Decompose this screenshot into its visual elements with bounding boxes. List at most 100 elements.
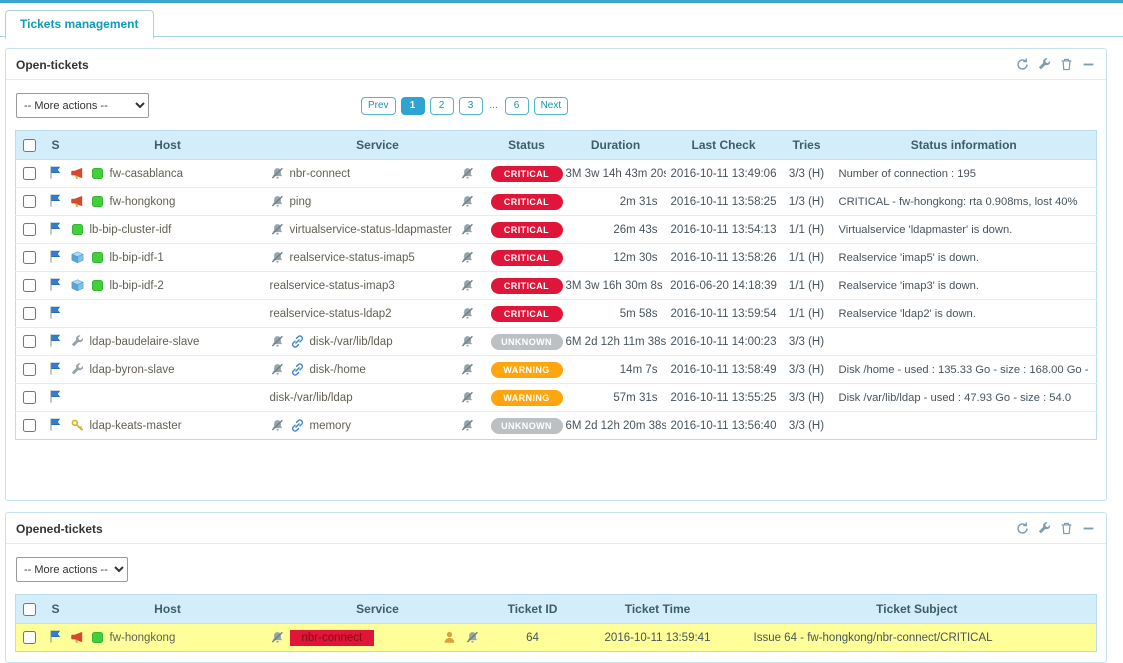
- flag-icon: [48, 193, 63, 208]
- open-tickets-body: fw-casablancanbr-connectCRITICAL3M 3w 14…: [16, 160, 1097, 440]
- pagination-3[interactable]: 3: [459, 97, 483, 115]
- row-select-checkbox[interactable]: [23, 195, 36, 208]
- service-name[interactable]: nbr-connect: [290, 630, 375, 646]
- tries-cell: 1/1 (H): [782, 300, 832, 328]
- host-name[interactable]: fw-hongkong: [110, 196, 176, 208]
- last-check-cell: 2016-10-11 13:56:40: [666, 412, 782, 440]
- status-information-cell: Disk /var/lib/ldap - used : 47.93 Go - s…: [832, 384, 1097, 412]
- row-select-checkbox[interactable]: [23, 279, 36, 292]
- pagination-1[interactable]: 1: [401, 97, 425, 115]
- service-name[interactable]: realservice-status-ldap2: [270, 308, 392, 320]
- status-ok-icon: [70, 222, 85, 237]
- host-name[interactable]: ldap-baudelaire-slave: [90, 336, 200, 348]
- open-ticket-row: lb-bip-idf-2realservice-status-imap3CRIT…: [16, 272, 1097, 300]
- ticket-time-cell: 2016-10-11 13:59:41: [578, 624, 738, 652]
- status-information-cell: [832, 328, 1097, 356]
- last-check-cell: 2016-06-20 14:18:39: [666, 272, 782, 300]
- collapse-icon[interactable]: [1081, 57, 1096, 72]
- cube-icon: [70, 250, 85, 265]
- more-actions-select[interactable]: -- More actions --: [16, 93, 149, 118]
- flag-icon: [48, 333, 63, 348]
- tries-cell: 1/3 (H): [782, 188, 832, 216]
- mute-icon: [270, 418, 285, 433]
- row-select-checkbox[interactable]: [23, 391, 36, 404]
- service-name[interactable]: memory: [310, 420, 352, 432]
- service-trailing-icons: [460, 194, 488, 209]
- mute-icon: [270, 362, 285, 377]
- flag-icon: [48, 277, 63, 292]
- mute-icon: [460, 362, 475, 377]
- wrench-icon[interactable]: [1037, 57, 1052, 72]
- refresh-icon[interactable]: [1015, 57, 1030, 72]
- host-name[interactable]: fw-hongkong: [110, 632, 176, 644]
- flag-icon: [48, 305, 63, 320]
- open-tickets-header-row: S Host Service Status Duration Last Chec…: [16, 131, 1097, 160]
- mute-icon: [270, 166, 285, 181]
- tab-tickets-management[interactable]: Tickets management: [5, 10, 154, 39]
- tries-cell: 3/3 (H): [782, 412, 832, 440]
- host-name[interactable]: fw-casablanca: [110, 168, 184, 180]
- pagination-6[interactable]: 6: [505, 97, 529, 115]
- service-trailing-icons: [460, 418, 488, 433]
- last-check-cell: 2016-10-11 13:58:49: [666, 356, 782, 384]
- service-trailing-icons: [460, 250, 488, 265]
- service-name[interactable]: realservice-status-imap3: [270, 280, 395, 292]
- more-actions-select[interactable]: -- More actions --: [16, 557, 128, 582]
- service-name[interactable]: disk-/var/lib/ldap: [310, 336, 393, 348]
- trash-icon[interactable]: [1059, 57, 1074, 72]
- host-name[interactable]: lb-bip-idf-2: [110, 280, 164, 292]
- opened-tickets-header-row: S Host Service Ticket ID Ticket Time Tic…: [16, 595, 1097, 624]
- row-select-checkbox[interactable]: [23, 419, 36, 432]
- last-check-cell: 2016-10-11 13:55:25: [666, 384, 782, 412]
- wrench-icon[interactable]: [1037, 521, 1052, 536]
- tries-cell: 1/1 (H): [782, 216, 832, 244]
- row-select-checkbox[interactable]: [23, 223, 36, 236]
- service-name[interactable]: virtualservice-status-ldapmaster: [290, 224, 452, 236]
- row-select-checkbox[interactable]: [23, 307, 36, 320]
- tries-cell: 3/3 (H): [782, 160, 832, 188]
- select-all-checkbox[interactable]: [23, 139, 36, 152]
- row-select-checkbox[interactable]: [23, 363, 36, 376]
- col-tries: Tries: [782, 131, 832, 160]
- pagination-2[interactable]: 2: [430, 97, 454, 115]
- col-ticket-time: Ticket Time: [578, 595, 738, 624]
- flag-icon: [48, 389, 63, 404]
- duration-cell: 6M 2d 12h 11m 38s: [566, 328, 666, 356]
- duration-cell: 14m 7s: [566, 356, 666, 384]
- service-name[interactable]: disk-/var/lib/ldap: [270, 392, 353, 404]
- duration-cell: 3M 3w 14h 43m 20s: [566, 160, 666, 188]
- trash-icon[interactable]: [1059, 521, 1074, 536]
- duration-cell: 26m 43s: [566, 216, 666, 244]
- row-select-checkbox[interactable]: [23, 251, 36, 264]
- col-host: Host: [68, 131, 268, 160]
- row-select-checkbox[interactable]: [23, 167, 36, 180]
- service-name[interactable]: disk-/home: [310, 364, 366, 376]
- service-name[interactable]: nbr-connect: [290, 168, 351, 180]
- mute-icon: [460, 418, 475, 433]
- mute-icon: [460, 390, 475, 405]
- opened-tickets-table: S Host Service Ticket ID Ticket Time Tic…: [15, 594, 1097, 652]
- col-status-information: Status information: [832, 131, 1097, 160]
- pagination-next[interactable]: Next: [534, 97, 569, 115]
- ticket-subject-cell: Issue 64 - fw-hongkong/nbr-connect/CRITI…: [738, 624, 1097, 652]
- host-name[interactable]: lb-bip-cluster-idf: [90, 224, 172, 236]
- select-all-checkbox[interactable]: [23, 603, 36, 616]
- row-select-checkbox[interactable]: [23, 631, 36, 644]
- host-name[interactable]: ldap-byron-slave: [90, 364, 175, 376]
- flag-icon: [48, 165, 63, 180]
- opened-tickets-tools: [1015, 521, 1096, 536]
- open-ticket-row: fw-casablancanbr-connectCRITICAL3M 3w 14…: [16, 160, 1097, 188]
- collapse-icon[interactable]: [1081, 521, 1096, 536]
- refresh-icon[interactable]: [1015, 521, 1030, 536]
- tries-cell: 1/1 (H): [782, 244, 832, 272]
- duration-cell: 2m 31s: [566, 188, 666, 216]
- service-name[interactable]: realservice-status-imap5: [290, 252, 415, 264]
- row-select-checkbox[interactable]: [23, 335, 36, 348]
- opened-tickets-body: fw-hongkongnbr-connect642016-10-11 13:59…: [16, 624, 1097, 652]
- pagination-prev[interactable]: Prev: [361, 97, 396, 115]
- host-name[interactable]: lb-bip-idf-1: [110, 252, 164, 264]
- service-name[interactable]: ping: [290, 196, 312, 208]
- last-check-cell: 2016-10-11 13:54:13: [666, 216, 782, 244]
- host-name[interactable]: ldap-keats-master: [90, 420, 182, 432]
- duration-cell: 6M 2d 12h 20m 38s: [566, 412, 666, 440]
